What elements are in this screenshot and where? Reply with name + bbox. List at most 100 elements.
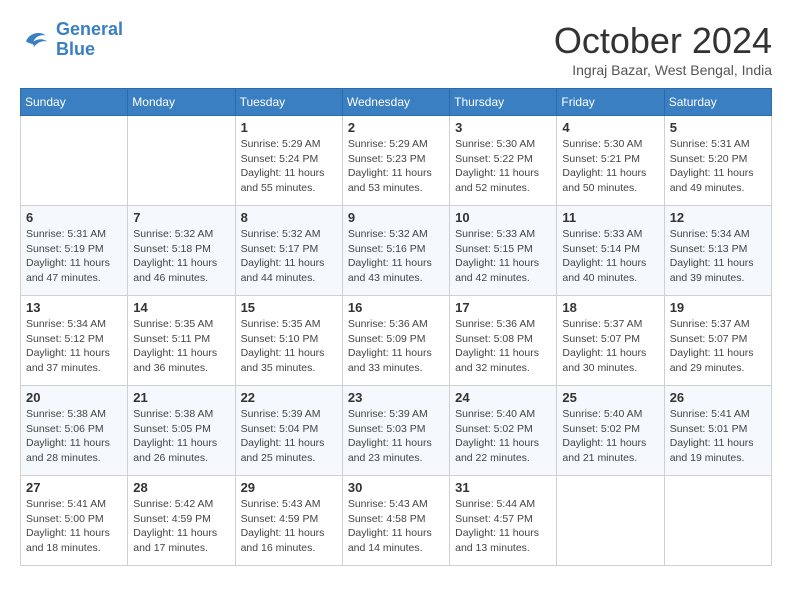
calendar-week-3: 13Sunrise: 5:34 AM Sunset: 5:12 PM Dayli… bbox=[21, 296, 772, 386]
calendar-cell bbox=[664, 476, 771, 566]
logo-text: General Blue bbox=[56, 20, 123, 60]
day-number: 24 bbox=[455, 390, 551, 405]
calendar-cell: 1 Sunrise: 5:29 AM Sunset: 5:24 PM Daylig… bbox=[235, 116, 342, 206]
day-info: Sunrise: 5:33 AM Sunset: 5:14 PM Dayligh… bbox=[562, 227, 658, 286]
day-number: 15 bbox=[241, 300, 337, 315]
day-number: 23 bbox=[348, 390, 444, 405]
day-info: Sunrise: 5:29 AM Sunset: 5:23 PM Dayligh… bbox=[348, 137, 444, 196]
day-info: Sunrise: 5:36 AM Sunset: 5:09 PM Dayligh… bbox=[348, 317, 444, 376]
day-info: Sunrise: 5:34 AM Sunset: 5:12 PM Dayligh… bbox=[26, 317, 122, 376]
day-info: Sunrise: 5:38 AM Sunset: 5:05 PM Dayligh… bbox=[133, 407, 229, 466]
day-number: 22 bbox=[241, 390, 337, 405]
calendar-cell: 5Sunrise: 5:31 AM Sunset: 5:20 PM Daylig… bbox=[664, 116, 771, 206]
day-number: 31 bbox=[455, 480, 551, 495]
calendar-cell: 16 Sunrise: 5:36 AM Sunset: 5:09 PM Dayli… bbox=[342, 296, 449, 386]
day-info: Sunrise: 5:41 AM Sunset: 5:00 PM Dayligh… bbox=[26, 497, 122, 556]
calendar-cell bbox=[557, 476, 664, 566]
day-info: Sunrise: 5:30 AM Sunset: 5:21 PM Dayligh… bbox=[562, 137, 658, 196]
title-block: October 2024 Ingraj Bazar, West Bengal, … bbox=[554, 20, 772, 78]
calendar-cell: 6 Sunrise: 5:31 AM Sunset: 5:19 PM Daylig… bbox=[21, 206, 128, 296]
calendar-cell: 13Sunrise: 5:34 AM Sunset: 5:12 PM Dayli… bbox=[21, 296, 128, 386]
calendar-header-row: SundayMondayTuesdayWednesdayThursdayFrid… bbox=[21, 89, 772, 116]
day-header-monday: Monday bbox=[128, 89, 235, 116]
day-number: 30 bbox=[348, 480, 444, 495]
calendar-week-2: 6 Sunrise: 5:31 AM Sunset: 5:19 PM Daylig… bbox=[21, 206, 772, 296]
calendar-cell: 24 Sunrise: 5:40 AM Sunset: 5:02 PM Dayli… bbox=[450, 386, 557, 476]
day-number: 1 bbox=[241, 120, 337, 135]
logo-icon bbox=[20, 25, 50, 55]
calendar-cell: 9Sunrise: 5:32 AM Sunset: 5:16 PM Daylig… bbox=[342, 206, 449, 296]
calendar-week-5: 27 Sunrise: 5:41 AM Sunset: 5:00 PM Dayli… bbox=[21, 476, 772, 566]
day-header-wednesday: Wednesday bbox=[342, 89, 449, 116]
day-info: Sunrise: 5:34 AM Sunset: 5:13 PM Dayligh… bbox=[670, 227, 766, 286]
day-header-friday: Friday bbox=[557, 89, 664, 116]
month-title: October 2024 bbox=[554, 20, 772, 62]
day-info: Sunrise: 5:32 AM Sunset: 5:17 PM Dayligh… bbox=[241, 227, 337, 286]
day-info: Sunrise: 5:40 AM Sunset: 5:02 PM Dayligh… bbox=[455, 407, 551, 466]
calendar-cell: 7Sunrise: 5:32 AM Sunset: 5:18 PM Daylig… bbox=[128, 206, 235, 296]
calendar-cell: 4 Sunrise: 5:30 AM Sunset: 5:21 PM Daylig… bbox=[557, 116, 664, 206]
calendar-cell: 8 Sunrise: 5:32 AM Sunset: 5:17 PM Daylig… bbox=[235, 206, 342, 296]
calendar-cell: 15 Sunrise: 5:35 AM Sunset: 5:10 PM Dayli… bbox=[235, 296, 342, 386]
day-number: 4 bbox=[562, 120, 658, 135]
day-number: 20 bbox=[26, 390, 122, 405]
day-number: 14 bbox=[133, 300, 229, 315]
day-info: Sunrise: 5:41 AM Sunset: 5:01 PM Dayligh… bbox=[670, 407, 766, 466]
day-info: Sunrise: 5:35 AM Sunset: 5:11 PM Dayligh… bbox=[133, 317, 229, 376]
day-number: 11 bbox=[562, 210, 658, 225]
day-info: Sunrise: 5:31 AM Sunset: 5:19 PM Dayligh… bbox=[26, 227, 122, 286]
day-info: Sunrise: 5:37 AM Sunset: 5:07 PM Dayligh… bbox=[562, 317, 658, 376]
day-number: 18 bbox=[562, 300, 658, 315]
calendar-cell: 21Sunrise: 5:38 AM Sunset: 5:05 PM Dayli… bbox=[128, 386, 235, 476]
day-number: 28 bbox=[133, 480, 229, 495]
day-info: Sunrise: 5:40 AM Sunset: 5:02 PM Dayligh… bbox=[562, 407, 658, 466]
day-info: Sunrise: 5:31 AM Sunset: 5:20 PM Dayligh… bbox=[670, 137, 766, 196]
calendar-week-1: 1 Sunrise: 5:29 AM Sunset: 5:24 PM Daylig… bbox=[21, 116, 772, 206]
day-number: 12 bbox=[670, 210, 766, 225]
calendar-cell: 14 Sunrise: 5:35 AM Sunset: 5:11 PM Dayli… bbox=[128, 296, 235, 386]
day-info: Sunrise: 5:37 AM Sunset: 5:07 PM Dayligh… bbox=[670, 317, 766, 376]
calendar-cell: 22 Sunrise: 5:39 AM Sunset: 5:04 PM Dayli… bbox=[235, 386, 342, 476]
location: Ingraj Bazar, West Bengal, India bbox=[554, 62, 772, 78]
calendar-cell: 26 Sunrise: 5:41 AM Sunset: 5:01 PM Dayli… bbox=[664, 386, 771, 476]
day-header-tuesday: Tuesday bbox=[235, 89, 342, 116]
day-number: 29 bbox=[241, 480, 337, 495]
day-info: Sunrise: 5:44 AM Sunset: 4:57 PM Dayligh… bbox=[455, 497, 551, 556]
calendar-cell: 3 Sunrise: 5:30 AM Sunset: 5:22 PM Daylig… bbox=[450, 116, 557, 206]
day-number: 9 bbox=[348, 210, 444, 225]
calendar-cell: 20 Sunrise: 5:38 AM Sunset: 5:06 PM Dayli… bbox=[21, 386, 128, 476]
calendar-cell: 18 Sunrise: 5:37 AM Sunset: 5:07 PM Dayli… bbox=[557, 296, 664, 386]
calendar-cell bbox=[128, 116, 235, 206]
day-header-sunday: Sunday bbox=[21, 89, 128, 116]
day-info: Sunrise: 5:38 AM Sunset: 5:06 PM Dayligh… bbox=[26, 407, 122, 466]
calendar-cell: 31 Sunrise: 5:44 AM Sunset: 4:57 PM Dayli… bbox=[450, 476, 557, 566]
calendar-cell: 2Sunrise: 5:29 AM Sunset: 5:23 PM Daylig… bbox=[342, 116, 449, 206]
day-number: 8 bbox=[241, 210, 337, 225]
calendar-cell bbox=[21, 116, 128, 206]
day-number: 17 bbox=[455, 300, 551, 315]
calendar-cell: 29 Sunrise: 5:43 AM Sunset: 4:59 PM Dayli… bbox=[235, 476, 342, 566]
day-info: Sunrise: 5:35 AM Sunset: 5:10 PM Dayligh… bbox=[241, 317, 337, 376]
day-number: 19 bbox=[670, 300, 766, 315]
calendar-cell: 12 Sunrise: 5:34 AM Sunset: 5:13 PM Dayli… bbox=[664, 206, 771, 296]
day-info: Sunrise: 5:43 AM Sunset: 4:59 PM Dayligh… bbox=[241, 497, 337, 556]
day-info: Sunrise: 5:42 AM Sunset: 4:59 PM Dayligh… bbox=[133, 497, 229, 556]
day-info: Sunrise: 5:39 AM Sunset: 5:03 PM Dayligh… bbox=[348, 407, 444, 466]
day-info: Sunrise: 5:39 AM Sunset: 5:04 PM Dayligh… bbox=[241, 407, 337, 466]
calendar-cell: 17Sunrise: 5:36 AM Sunset: 5:08 PM Dayli… bbox=[450, 296, 557, 386]
day-info: Sunrise: 5:30 AM Sunset: 5:22 PM Dayligh… bbox=[455, 137, 551, 196]
day-number: 6 bbox=[26, 210, 122, 225]
day-number: 3 bbox=[455, 120, 551, 135]
day-number: 16 bbox=[348, 300, 444, 315]
calendar-cell: 10Sunrise: 5:33 AM Sunset: 5:15 PM Dayli… bbox=[450, 206, 557, 296]
day-info: Sunrise: 5:43 AM Sunset: 4:58 PM Dayligh… bbox=[348, 497, 444, 556]
day-number: 7 bbox=[133, 210, 229, 225]
page-header: General Blue October 2024 Ingraj Bazar, … bbox=[20, 20, 772, 78]
day-info: Sunrise: 5:29 AM Sunset: 5:24 PM Dayligh… bbox=[241, 137, 337, 196]
logo: General Blue bbox=[20, 20, 123, 60]
calendar-cell: 27 Sunrise: 5:41 AM Sunset: 5:00 PM Dayli… bbox=[21, 476, 128, 566]
day-number: 26 bbox=[670, 390, 766, 405]
calendar-cell: 30 Sunrise: 5:43 AM Sunset: 4:58 PM Dayli… bbox=[342, 476, 449, 566]
day-number: 27 bbox=[26, 480, 122, 495]
day-number: 10 bbox=[455, 210, 551, 225]
